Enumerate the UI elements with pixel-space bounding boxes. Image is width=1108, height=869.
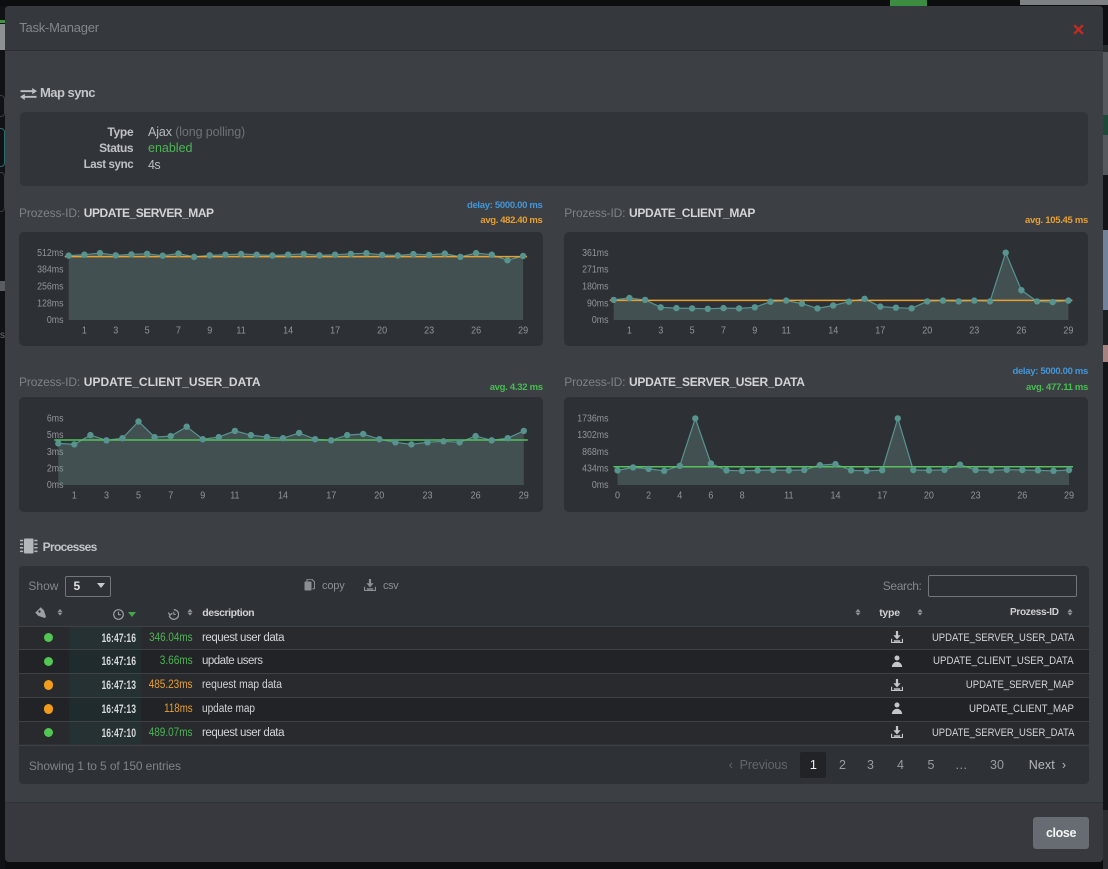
svg-text:14: 14 xyxy=(278,490,288,502)
svg-text:23: 23 xyxy=(424,325,434,337)
svg-text:11: 11 xyxy=(236,325,245,337)
svg-text:11: 11 xyxy=(784,490,793,502)
svg-text:361ms: 361ms xyxy=(582,246,609,258)
svg-text:9: 9 xyxy=(207,325,212,337)
svg-text:14: 14 xyxy=(283,325,293,337)
svg-text:1: 1 xyxy=(627,325,632,337)
svg-text:9: 9 xyxy=(200,490,205,502)
svg-text:29: 29 xyxy=(1063,325,1073,337)
svg-text:0ms: 0ms xyxy=(47,314,64,326)
svg-text:1: 1 xyxy=(82,325,87,337)
svg-text:1: 1 xyxy=(72,490,77,502)
svg-text:23: 23 xyxy=(969,325,979,337)
svg-text:23: 23 xyxy=(971,490,981,502)
svg-text:20: 20 xyxy=(924,490,934,502)
svg-text:5ms: 5ms xyxy=(47,429,64,441)
svg-text:26: 26 xyxy=(1017,490,1027,502)
svg-text:2: 2 xyxy=(646,490,651,502)
svg-text:20: 20 xyxy=(922,325,932,337)
svg-text:3: 3 xyxy=(104,490,109,502)
svg-text:9: 9 xyxy=(752,325,757,337)
svg-text:26: 26 xyxy=(471,325,481,337)
svg-text:1302ms: 1302ms xyxy=(577,429,609,441)
svg-text:26: 26 xyxy=(1016,325,1026,337)
svg-text:5: 5 xyxy=(136,490,141,502)
svg-text:256ms: 256ms xyxy=(37,280,64,292)
svg-text:29: 29 xyxy=(519,490,529,502)
svg-text:20: 20 xyxy=(377,325,387,337)
svg-text:8: 8 xyxy=(740,490,745,502)
svg-text:90ms: 90ms xyxy=(587,297,609,309)
svg-text:5: 5 xyxy=(145,325,150,337)
svg-text:434ms: 434ms xyxy=(582,462,609,474)
svg-text:384ms: 384ms xyxy=(37,263,64,275)
svg-text:0ms: 0ms xyxy=(592,479,609,491)
svg-text:512ms: 512ms xyxy=(37,246,64,258)
svg-text:17: 17 xyxy=(877,490,887,502)
svg-text:29: 29 xyxy=(1064,490,1074,502)
svg-text:7: 7 xyxy=(176,325,181,337)
svg-text:11: 11 xyxy=(782,325,791,337)
svg-text:17: 17 xyxy=(875,325,885,337)
svg-text:868ms: 868ms xyxy=(582,445,609,457)
svg-text:17: 17 xyxy=(326,490,336,502)
svg-text:180ms: 180ms xyxy=(582,280,609,292)
svg-text:271ms: 271ms xyxy=(582,263,609,275)
svg-text:128ms: 128ms xyxy=(37,297,64,309)
svg-text:20: 20 xyxy=(374,490,384,502)
svg-text:3: 3 xyxy=(658,325,663,337)
svg-text:17: 17 xyxy=(330,325,340,337)
svg-text:6: 6 xyxy=(708,490,713,502)
svg-text:5: 5 xyxy=(690,325,695,337)
svg-text:7: 7 xyxy=(721,325,726,337)
svg-text:14: 14 xyxy=(830,490,840,502)
svg-text:1736ms: 1736ms xyxy=(577,412,609,424)
svg-text:3: 3 xyxy=(113,325,118,337)
svg-text:26: 26 xyxy=(471,490,481,502)
svg-text:11: 11 xyxy=(230,490,239,502)
svg-text:7: 7 xyxy=(168,490,173,502)
svg-text:6ms: 6ms xyxy=(47,412,64,424)
svg-text:14: 14 xyxy=(828,325,838,337)
svg-text:0: 0 xyxy=(615,490,620,502)
svg-text:29: 29 xyxy=(518,325,528,337)
svg-text:0ms: 0ms xyxy=(592,314,609,326)
svg-text:4: 4 xyxy=(677,490,682,502)
svg-text:23: 23 xyxy=(422,490,432,502)
